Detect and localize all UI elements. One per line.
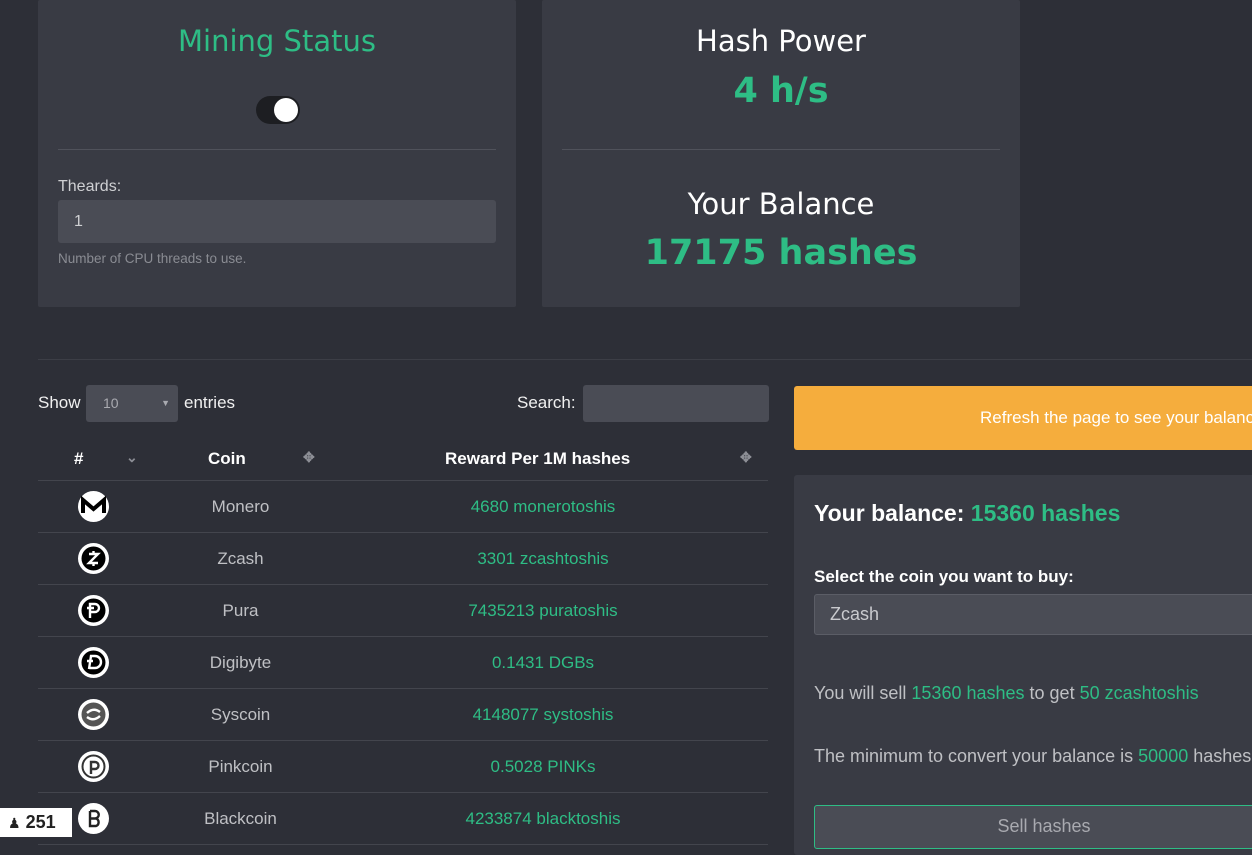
online-users-badge: ♟ 251: [0, 808, 72, 837]
syscoin-icon: [78, 699, 109, 730]
table-row[interactable]: Pinkcoin 0.5028 PINKs: [38, 740, 768, 793]
toggle-knob: [274, 98, 298, 122]
table-row[interactable]: Syscoin 4148077 systoshis: [38, 688, 768, 741]
entries-select[interactable]: 10 ▼: [86, 385, 178, 422]
monero-icon: [78, 491, 109, 522]
minimum-notice: The minimum to convert your balance is 5…: [814, 746, 1252, 767]
pura-icon: [78, 595, 109, 626]
coin-reward: 0.1431 DGBs: [318, 636, 768, 689]
balance-title: Your Balance: [687, 187, 875, 221]
coin-name: Zcash: [163, 532, 318, 585]
sell-button-label: Sell hashes: [997, 816, 1091, 836]
table-row[interactable]: Digibyte 0.1431 DGBs: [38, 636, 768, 689]
hash-power-card: Hash Power 4 h/s Your Balance 17175 hash…: [542, 0, 1020, 307]
coin-name: Pura: [163, 584, 318, 637]
coin-reward: 4148077 systoshis: [318, 688, 768, 741]
column-header-coin[interactable]: Coin ✥: [163, 438, 318, 481]
exchange-balance-value: 15360 hashes: [970, 500, 1121, 526]
mining-status-title: Mining Status: [178, 24, 376, 58]
card-divider: [58, 149, 496, 150]
table-header-row: # ⌄ Coin ✥ Reward Per 1M hashes ✥: [38, 438, 768, 481]
min-suffix: hashes.: [1193, 746, 1252, 766]
coin-reward: 4680 monerotoshis: [318, 480, 768, 533]
coin-reward: 3301 zcashtoshis: [318, 532, 768, 585]
coin-name: Pinkcoin: [163, 740, 318, 793]
sell-hashes-button[interactable]: Sell hashes: [814, 805, 1252, 849]
coins-table: # ⌄ Coin ✥ Reward Per 1M hashes ✥ Monero…: [38, 438, 768, 845]
coin-name: Digibyte: [163, 636, 318, 689]
user-icon: ♟: [8, 815, 21, 831]
header-label: Reward Per 1M hashes: [445, 449, 631, 468]
entries-label: entries: [184, 393, 236, 412]
sell-amount: 15360 hashes: [911, 683, 1025, 703]
hash-power-title: Hash Power: [696, 24, 866, 58]
caret-down-icon: ▼: [161, 398, 170, 408]
coin-select-label: Select the coin you want to buy:: [814, 567, 1074, 586]
search-label: Search:: [517, 393, 576, 412]
refresh-alert: Refresh the page to see your balance: [794, 386, 1252, 450]
threads-input[interactable]: 1: [58, 200, 496, 243]
section-divider: [38, 359, 1252, 360]
card-divider: [562, 149, 1000, 150]
pinkcoin-icon: [78, 751, 109, 782]
coin-select[interactable]: Zcash: [814, 594, 1252, 635]
column-header-reward[interactable]: Reward Per 1M hashes ✥: [318, 438, 768, 481]
sell-mid: to get: [1029, 683, 1075, 703]
min-amount: 50000: [1138, 746, 1189, 766]
exchange-balance: Your balance: 15360 hashes: [814, 500, 1120, 527]
table-row[interactable]: Pura 7435213 puratoshis: [38, 584, 768, 637]
mining-toggle[interactable]: [256, 96, 300, 124]
threads-label: Theards:: [58, 178, 122, 195]
coin-reward: 7435213 puratoshis: [318, 584, 768, 637]
coin-name: Syscoin: [163, 688, 318, 741]
move-icon: ✥: [740, 449, 752, 465]
exchange-balance-label: Your balance:: [814, 500, 965, 526]
mining-status-card: Mining Status Theards: 1 Number of CPU t…: [38, 0, 516, 307]
table-row[interactable]: Monero 4680 monerotoshis: [38, 480, 768, 533]
sort-desc-icon: ⌄: [126, 449, 138, 465]
entries-value: 10: [103, 395, 119, 411]
digibyte-icon: [78, 647, 109, 678]
move-icon: ✥: [303, 449, 315, 465]
sell-prefix: You will sell: [814, 683, 907, 703]
zcash-icon: [78, 543, 109, 574]
column-header-number[interactable]: # ⌄: [38, 438, 163, 481]
table-row[interactable]: Zcash 3301 zcashtoshis: [38, 532, 768, 585]
blackcoin-icon: [78, 803, 109, 834]
threads-help-text: Number of CPU threads to use.: [58, 251, 247, 266]
exchange-panel: Your balance: 15360 hashes Select the co…: [794, 475, 1252, 855]
balance-value: 17175 hashes: [644, 233, 918, 273]
online-users-count: 251: [25, 812, 56, 832]
coin-reward: 0.5028 PINKs: [318, 740, 768, 793]
sell-summary: You will sell 15360 hashes to get 50 zca…: [814, 683, 1199, 704]
search-input[interactable]: [583, 385, 769, 422]
header-label: Coin: [208, 449, 246, 468]
coin-name: Monero: [163, 480, 318, 533]
header-label: #: [74, 449, 84, 468]
hash-power-value: 4 h/s: [733, 71, 829, 111]
sell-result: 50 zcashtoshis: [1079, 683, 1199, 703]
min-prefix: The minimum to convert your balance is: [814, 746, 1134, 766]
show-label: Show: [38, 393, 81, 412]
